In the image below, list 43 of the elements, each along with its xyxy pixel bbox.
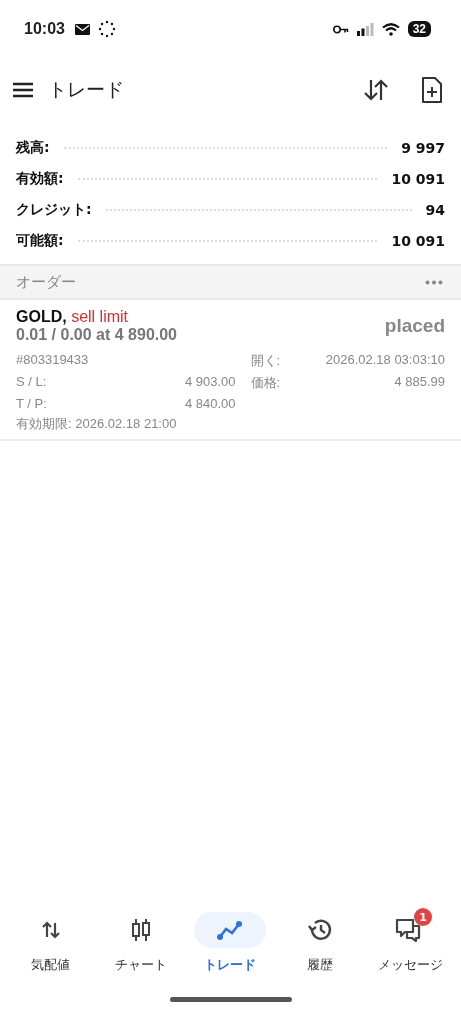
arrows-icon xyxy=(40,921,61,939)
open-time: 2026.02.18 03:03:10 xyxy=(325,352,445,369)
field-label: 開く: xyxy=(249,352,282,370)
battery-indicator: 32 xyxy=(407,21,431,37)
price-value: 4 885.99 xyxy=(393,374,445,391)
history-icon xyxy=(307,918,334,942)
take-profit-value: 4 840.00 xyxy=(183,396,236,411)
summary-label: 可能額: xyxy=(16,231,64,250)
summary-label: クレジット: xyxy=(16,200,92,219)
field-label: S / L: xyxy=(16,374,48,391)
summary-value: 9 997 xyxy=(401,139,445,156)
field-label: 価格: xyxy=(249,374,282,392)
key-icon xyxy=(332,24,349,34)
nav-tab[interactable]: 気配値 xyxy=(7,912,94,974)
loading-icon xyxy=(97,20,116,38)
order-type: sell limit xyxy=(71,308,128,325)
summary-label: 有効額: xyxy=(16,169,64,188)
nav-tab[interactable]: チャート xyxy=(97,912,184,974)
summary-value: 10 091 xyxy=(391,232,445,249)
menu-button[interactable] xyxy=(10,80,36,100)
candlestick-icon xyxy=(129,918,152,942)
nav-tab[interactable]: 履歴 xyxy=(277,912,364,974)
summary-label: 残高: xyxy=(16,138,50,157)
mail-icon xyxy=(74,23,90,35)
wifi-icon xyxy=(381,22,400,36)
summary-value: 94 xyxy=(425,201,445,218)
order-volume: 0.01 / 0.00 at 4 890.00 xyxy=(16,326,177,344)
nav-tab[interactable]: トレード xyxy=(187,912,274,974)
more-icon[interactable] xyxy=(425,279,443,285)
signal-icon xyxy=(356,22,374,36)
order-ticket: #803319433 xyxy=(16,352,90,369)
summary-value: 10 091 xyxy=(391,170,445,187)
order-expiry: 有効期限: 2026.02.18 21:00 xyxy=(16,415,178,433)
stop-loss-value: 4 903.00 xyxy=(183,374,236,391)
new-order-button[interactable] xyxy=(419,74,445,106)
section-title: オーダー xyxy=(16,272,76,292)
page-title: トレード xyxy=(48,77,124,102)
order-symbol: GOLD, xyxy=(16,308,67,325)
line-chart-icon xyxy=(217,920,244,940)
status-time: 10:03 xyxy=(24,20,65,38)
notification-badge: 1 xyxy=(414,908,433,926)
order-status: placed xyxy=(384,315,445,337)
field-label: T / P: xyxy=(16,396,48,411)
